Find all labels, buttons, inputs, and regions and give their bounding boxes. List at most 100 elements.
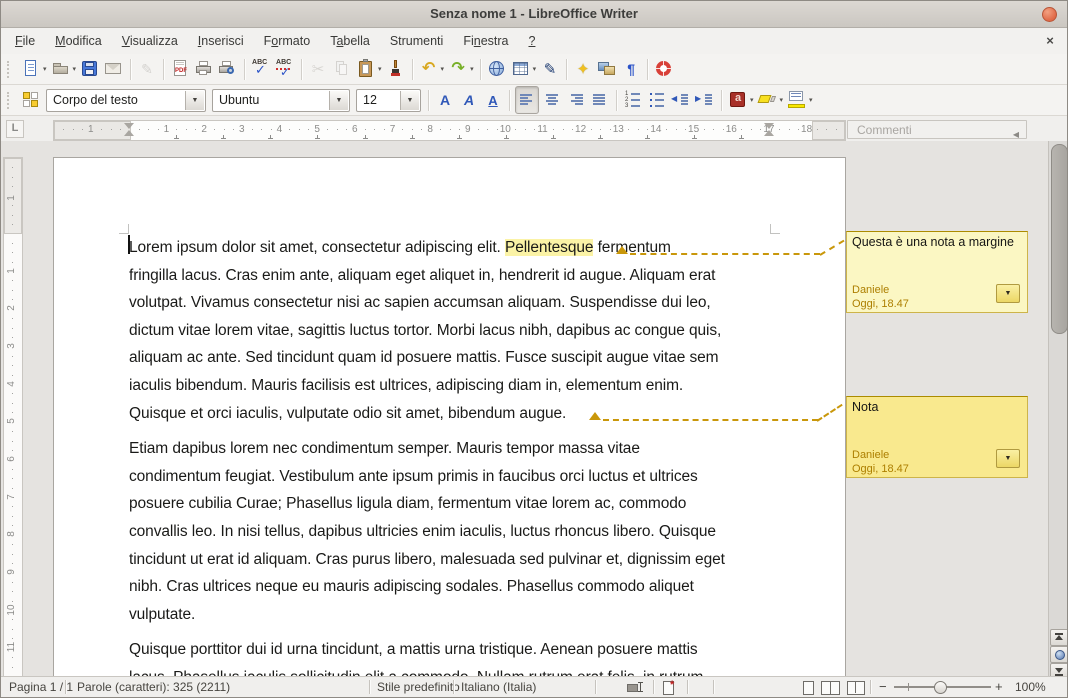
formatting-marks-button[interactable]: ¶ bbox=[620, 56, 642, 82]
margin-note[interactable]: Questa è una nota a margineDanieleOggi, … bbox=[846, 231, 1028, 313]
auto-spellcheck-button[interactable]: ABC✓ bbox=[274, 56, 296, 82]
bullet-list-button[interactable] bbox=[646, 87, 668, 113]
font-color-button[interactable]: a▾ bbox=[727, 87, 755, 113]
menu-tabella[interactable]: Tabella bbox=[320, 31, 380, 51]
navigator-button[interactable]: ✦ bbox=[572, 56, 594, 82]
menu-inserisci[interactable]: Inserisci bbox=[188, 31, 254, 51]
right-indent-marker[interactable] bbox=[764, 123, 774, 129]
note-menu-button[interactable]: ▼ bbox=[996, 284, 1020, 303]
page-style-status[interactable]: Stile predefinito bbox=[377, 677, 460, 697]
export-pdf-button[interactable]: PDF bbox=[169, 56, 191, 82]
zoom-out-button[interactable]: − bbox=[879, 677, 887, 697]
chevron-down-icon[interactable]: ▼ bbox=[185, 91, 204, 110]
chevron-down-icon[interactable]: ▼ bbox=[329, 91, 348, 110]
menu-visualizza[interactable]: Visualizza bbox=[112, 31, 188, 51]
menu-file[interactable]: File bbox=[5, 31, 45, 51]
increase-indent-button[interactable]: ▶ bbox=[694, 87, 716, 113]
paragraph[interactable]: Lorem ipsum dolor sit amet, consectetur … bbox=[129, 234, 774, 427]
spellcheck-button[interactable]: ABC✓ bbox=[250, 56, 272, 82]
dropdown-arrow-icon[interactable]: ▾ bbox=[809, 96, 813, 104]
word-count-status[interactable]: Parole (caratteri): 325 (2211) bbox=[77, 677, 230, 697]
hyperlink-button[interactable] bbox=[486, 56, 508, 82]
save-button[interactable] bbox=[79, 56, 101, 82]
new-document-button[interactable]: ▾ bbox=[20, 56, 48, 82]
font-combobox[interactable]: Ubuntu▼ bbox=[212, 89, 350, 112]
comment-highlighted-word[interactable]: Pellentesque bbox=[505, 239, 593, 256]
justify-button[interactable] bbox=[589, 87, 611, 113]
zoom-slider-thumb[interactable] bbox=[934, 681, 947, 694]
zoom-in-button[interactable]: + bbox=[995, 677, 1003, 697]
toolbar-grip[interactable] bbox=[7, 61, 14, 78]
help-button[interactable] bbox=[653, 56, 675, 82]
italic-button[interactable]: A bbox=[458, 87, 480, 113]
tab-stop-selector[interactable]: L bbox=[6, 120, 24, 138]
print-button[interactable] bbox=[193, 56, 215, 82]
document-text[interactable]: Lorem ipsum dolor sit amet, consectetur … bbox=[129, 234, 774, 679]
comment-anchor-icon[interactable] bbox=[589, 412, 601, 420]
style-combobox[interactable]: Corpo del testo▼ bbox=[46, 89, 206, 112]
background-color-button[interactable]: ▾ bbox=[786, 87, 814, 113]
menu-modifica[interactable]: Modifica bbox=[45, 31, 112, 51]
menu-formato[interactable]: Formato bbox=[254, 31, 321, 51]
dropdown-arrow-icon[interactable]: ▾ bbox=[470, 65, 474, 73]
comments-header-button[interactable]: Commenti ◀ bbox=[847, 120, 1027, 139]
align-left-button[interactable] bbox=[515, 86, 539, 114]
left-indent-marker[interactable] bbox=[124, 123, 134, 129]
window-close-icon[interactable] bbox=[1042, 7, 1057, 22]
dropdown-arrow-icon[interactable]: ▾ bbox=[441, 65, 445, 73]
decrease-indent-button[interactable]: ◀ bbox=[670, 87, 692, 113]
align-center-button[interactable] bbox=[541, 87, 563, 113]
highlighting-button[interactable]: ▾ bbox=[757, 87, 785, 113]
note-text[interactable]: Nota bbox=[852, 400, 878, 414]
clone-formatting-button[interactable] bbox=[385, 56, 407, 82]
open-button[interactable]: ▾ bbox=[50, 56, 78, 82]
paste-button[interactable]: ▾ bbox=[355, 56, 383, 82]
document-page[interactable]: Lorem ipsum dolor sit amet, consectetur … bbox=[53, 157, 846, 679]
menu-help[interactable]: ? bbox=[518, 31, 545, 51]
undo-button[interactable]: ↶▾ bbox=[418, 56, 446, 82]
page-number-status[interactable]: Pagina 1 / 1 bbox=[9, 677, 73, 697]
underline-button[interactable]: A bbox=[482, 87, 504, 113]
margin-note[interactable]: NotaDanieleOggi, 18.47▼ bbox=[846, 396, 1028, 478]
numbered-list-button[interactable]: 123 bbox=[622, 87, 644, 113]
dropdown-arrow-icon[interactable]: ▾ bbox=[43, 65, 47, 73]
horizontal-ruler[interactable]: 1123456789101112131415161718 bbox=[53, 120, 846, 141]
navigation-button[interactable] bbox=[1050, 646, 1068, 663]
language-status[interactable]: Italiano (Italia) bbox=[461, 677, 536, 697]
size-combobox[interactable]: 12▼ bbox=[356, 89, 421, 112]
dropdown-arrow-icon[interactable]: ▾ bbox=[750, 96, 754, 104]
table-button[interactable]: ▾ bbox=[510, 56, 538, 82]
dropdown-arrow-icon[interactable]: ▾ bbox=[533, 65, 537, 73]
paragraph[interactable]: Etiam dapibus lorem nec condimentum semp… bbox=[129, 435, 774, 628]
scrollbar-thumb[interactable] bbox=[1051, 144, 1068, 334]
comments-header-label: Commenti bbox=[857, 123, 912, 137]
dropdown-arrow-icon[interactable]: ▾ bbox=[378, 65, 382, 73]
redo-button[interactable]: ↷▾ bbox=[447, 56, 475, 82]
print-preview-button[interactable] bbox=[217, 56, 239, 82]
align-right-button[interactable] bbox=[565, 87, 587, 113]
previous-page-button[interactable] bbox=[1050, 629, 1068, 646]
styles-button[interactable] bbox=[20, 87, 42, 113]
note-text[interactable]: Questa è una nota a margine bbox=[852, 235, 1014, 249]
zoom-level[interactable]: 100% bbox=[1015, 677, 1046, 697]
note-menu-button[interactable]: ▼ bbox=[996, 449, 1020, 468]
gallery-button[interactable] bbox=[596, 56, 618, 82]
paragraph[interactable]: Quisque porttitor dui id urna tincidunt,… bbox=[129, 636, 774, 679]
title-bar[interactable]: Senza nome 1 - LibreOffice Writer bbox=[1, 1, 1067, 28]
vertical-scrollbar[interactable] bbox=[1048, 141, 1068, 679]
right-indent-marker[interactable] bbox=[764, 130, 774, 136]
draw-functions-button[interactable]: ✎ bbox=[539, 56, 561, 82]
chevron-down-icon[interactable]: ▼ bbox=[400, 91, 419, 110]
left-indent-marker[interactable] bbox=[124, 130, 134, 136]
ruler-number: 18 bbox=[801, 123, 812, 137]
toolbar-grip[interactable] bbox=[7, 92, 14, 109]
email-button[interactable] bbox=[103, 56, 125, 82]
vertical-ruler[interactable]: 11234567891011 bbox=[3, 157, 23, 679]
close-document-icon[interactable]: × bbox=[1041, 32, 1059, 50]
dropdown-arrow-icon[interactable]: ▾ bbox=[73, 65, 77, 73]
dropdown-arrow-icon[interactable]: ▾ bbox=[780, 96, 784, 104]
menu-strumenti[interactable]: Strumenti bbox=[380, 31, 454, 51]
comment-anchor-icon[interactable] bbox=[616, 246, 628, 254]
bold-button[interactable]: A bbox=[434, 87, 456, 113]
menu-finestra[interactable]: Finestra bbox=[453, 31, 518, 51]
